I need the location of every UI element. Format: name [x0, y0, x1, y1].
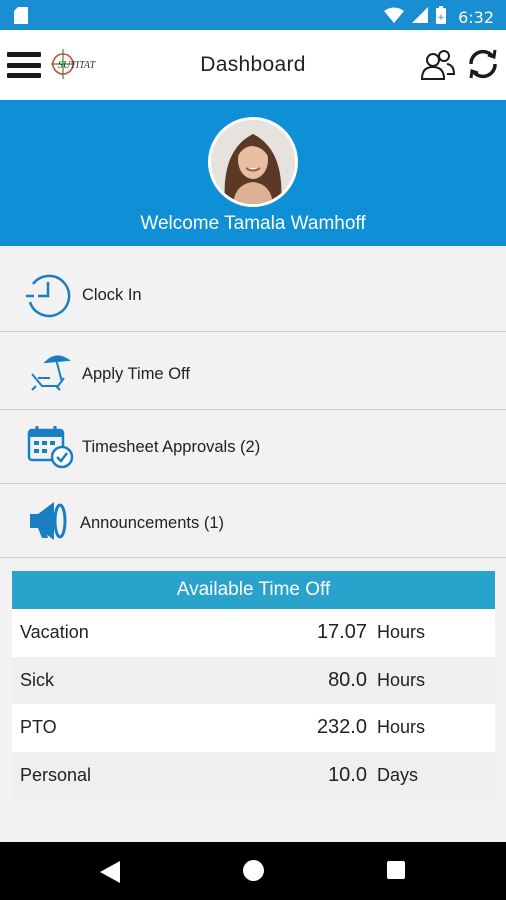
wifi-icon — [384, 7, 405, 28]
home-icon[interactable] — [243, 860, 264, 881]
table-row: Personal 10.0 Days — [12, 751, 495, 799]
menu-item-label: Clock In — [82, 286, 142, 304]
system-nav-bar — [0, 842, 506, 900]
table-body: Vacation 17.07 Hours Sick 80.0 Hours PTO… — [12, 609, 495, 799]
menu-item-timesheet-approvals[interactable]: Timesheet Approvals (2) — [0, 410, 506, 484]
menu-item-label: Announcements (1) — [80, 514, 224, 532]
leave-type: Vacation — [20, 622, 89, 642]
leave-balance: 232.0 — [316, 716, 367, 738]
sd-card-icon — [14, 7, 28, 29]
megaphone-icon — [26, 498, 72, 549]
menu-item-announcements[interactable]: Announcements (1) — [0, 484, 506, 558]
leave-balance: 80.0 — [328, 668, 367, 691]
leave-type: Sick — [20, 669, 55, 690]
calendar-check-icon — [27, 424, 75, 475]
dashboard-menu: Clock In Apply Time Off Timesheet Approv… — [0, 246, 506, 558]
leave-balance: 10.0 — [328, 763, 367, 786]
menu-item-clock-in[interactable]: Clock In — [0, 246, 506, 332]
profile-banner: Welcome Tamala Wamhoff — [0, 100, 506, 246]
signal-icon — [412, 7, 429, 28]
svg-text:+: + — [437, 13, 445, 23]
table-row: Sick 80.0 Hours — [12, 656, 495, 704]
battery-icon: + — [436, 6, 447, 29]
status-time: 6:32 — [458, 8, 494, 27]
leave-type: PTO — [20, 717, 57, 737]
leave-unit: Hours — [377, 717, 426, 737]
table-row: Vacation 17.07 Hours — [12, 609, 495, 657]
table-row: PTO 232.0 Hours — [12, 704, 495, 752]
menu-item-label: Apply Time Off — [82, 365, 190, 383]
app-bar: SUTITAT Dashboard — [0, 30, 506, 100]
welcome-text: Welcome Tamala Wamhoff — [140, 213, 366, 234]
refresh-icon[interactable] — [466, 47, 500, 86]
leave-unit: Hours — [377, 622, 426, 642]
people-icon[interactable] — [420, 47, 456, 86]
available-time-off-table: Available Time Off Vacation 17.07 Hours … — [12, 571, 495, 799]
clock-icon — [24, 272, 74, 323]
menu-item-apply-time-off[interactable]: Apply Time Off — [0, 332, 506, 410]
recents-icon[interactable] — [387, 861, 405, 879]
leave-unit: Hours — [377, 669, 426, 690]
menu-item-label: Timesheet Approvals (2) — [82, 438, 261, 456]
table-header: Available Time Off — [12, 571, 495, 609]
beach-chair-icon — [28, 352, 72, 397]
leave-balance: 17.07 — [316, 621, 367, 643]
back-icon[interactable] — [100, 861, 120, 888]
status-bar: + 6:32 — [0, 0, 506, 30]
avatar[interactable] — [208, 117, 298, 207]
leave-unit: Days — [377, 764, 419, 785]
leave-type: Personal — [20, 764, 92, 785]
